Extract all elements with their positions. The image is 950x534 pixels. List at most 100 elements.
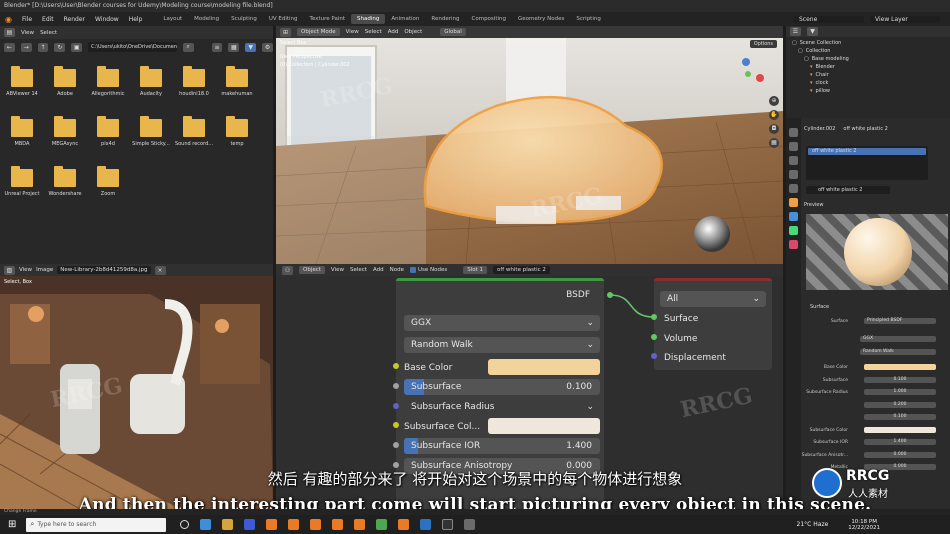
view-list-icon[interactable]: ≡ bbox=[211, 42, 223, 52]
folder-item[interactable]: MEGAsync bbox=[43, 116, 87, 147]
distribution-dropdown[interactable]: GGX ⌄ bbox=[404, 315, 600, 331]
folder-item[interactable]: temp bbox=[215, 116, 259, 147]
viewport-options-button[interactable]: Options bbox=[749, 40, 777, 48]
blender-app-icon-4[interactable] bbox=[332, 519, 344, 530]
search-icon[interactable]: ⌕ bbox=[182, 42, 194, 52]
edge-browser-icon[interactable] bbox=[200, 519, 212, 530]
filter-icon[interactable]: ▼ bbox=[245, 42, 257, 52]
node-editor-type-icon[interactable]: ⚇ bbox=[282, 265, 293, 275]
property-value[interactable]: 0.000 bbox=[864, 451, 936, 458]
outliner-row-pillow[interactable]: ▾ pillow bbox=[792, 87, 950, 95]
bsdf-output-socket[interactable] bbox=[607, 292, 613, 298]
blender-app-icon-2[interactable] bbox=[288, 519, 300, 530]
property-value[interactable] bbox=[864, 364, 936, 370]
workspace-tab-layout[interactable]: Layout bbox=[157, 14, 188, 24]
image-editor-type-icon[interactable]: ▧ bbox=[4, 265, 15, 275]
folder-item[interactable]: Simple Sticky... bbox=[129, 116, 173, 147]
ortho-grid-icon[interactable]: ▦ bbox=[769, 138, 779, 148]
world-tab-icon[interactable] bbox=[789, 184, 798, 193]
menu-edit[interactable]: Edit bbox=[37, 16, 59, 23]
vscode-icon[interactable] bbox=[420, 519, 432, 530]
property-value[interactable] bbox=[864, 426, 936, 433]
node-menu-node[interactable]: Node bbox=[390, 267, 404, 273]
transform-orientation-select[interactable]: Global bbox=[440, 28, 466, 36]
image-name-field[interactable]: New-Library-2b8d41259d8a.jpg bbox=[57, 266, 151, 274]
props-method[interactable]: Random Walk bbox=[860, 349, 936, 355]
windows-start-icon[interactable]: ⊞ bbox=[8, 519, 16, 530]
outliner-row-blender[interactable]: ▾ Blender bbox=[792, 63, 950, 71]
outliner-type-icon[interactable]: ☰ bbox=[790, 27, 801, 36]
scene-selector[interactable]: Scene bbox=[794, 15, 864, 23]
task-view-icon[interactable] bbox=[180, 520, 190, 529]
viewport-menu-object[interactable]: Object bbox=[404, 29, 422, 35]
image-close-icon[interactable]: × bbox=[154, 265, 166, 275]
data-tab-icon[interactable] bbox=[789, 226, 798, 235]
output-target-dropdown[interactable]: All ⌄ bbox=[660, 291, 766, 307]
folder-item[interactable]: Zoom bbox=[86, 166, 130, 197]
node-menu-add[interactable]: Add bbox=[373, 267, 384, 273]
object-tab-icon[interactable] bbox=[789, 198, 798, 207]
path-field[interactable]: C:\Users\ukito\OneDrive\Documen... bbox=[88, 42, 177, 52]
menu-help[interactable]: Help bbox=[124, 16, 148, 23]
volume-input-socket[interactable] bbox=[651, 334, 657, 340]
viewport-editor-type-icon[interactable]: ⊞ bbox=[280, 27, 291, 37]
props-distribution[interactable]: GGX bbox=[860, 336, 936, 342]
workspace-tab-animation[interactable]: Animation bbox=[385, 14, 425, 24]
folder-item[interactable]: ABViewer 14 bbox=[0, 66, 44, 97]
workspace-tab-texture-paint[interactable]: Texture Paint bbox=[304, 14, 352, 24]
camera-icon[interactable]: ◘ bbox=[769, 124, 779, 134]
image-editor-menu-image[interactable]: Image bbox=[36, 267, 53, 273]
workspace-tab-compositing[interactable]: Compositing bbox=[466, 14, 512, 24]
displacement-input-socket[interactable] bbox=[651, 353, 657, 359]
workspace-tab-geometry-nodes[interactable]: Geometry Nodes bbox=[512, 14, 570, 24]
new-folder-icon[interactable]: ▣ bbox=[71, 42, 83, 52]
viewport-mode-select[interactable]: Object Mode bbox=[297, 28, 340, 36]
app-icon[interactable] bbox=[464, 519, 476, 530]
surface-section-header[interactable]: Surface bbox=[810, 304, 829, 310]
settings-gear-icon[interactable]: ⚙ bbox=[262, 42, 273, 52]
editor-type-icon[interactable]: ▤ bbox=[4, 28, 15, 37]
scene-tab-icon[interactable] bbox=[789, 170, 798, 179]
3d-viewport[interactable]: ⊞ Object Mode View Select Add Object Glo… bbox=[276, 26, 783, 264]
workspace-tab-sculpting[interactable]: Sculpting bbox=[225, 14, 263, 24]
viewport-menu-view[interactable]: View bbox=[346, 29, 359, 35]
subsurface-radius-socket[interactable] bbox=[393, 403, 399, 409]
weather-text[interactable]: 21°C Haze bbox=[797, 521, 829, 528]
folder-item[interactable]: houdini18.0 bbox=[172, 66, 216, 97]
outliner-row-base-modeling[interactable]: ▢ Base modeling bbox=[792, 55, 950, 63]
output-tab-icon[interactable] bbox=[789, 156, 798, 165]
property-value[interactable]: 1.400 bbox=[864, 439, 936, 445]
workspace-tab-scripting[interactable]: Scripting bbox=[570, 14, 606, 24]
workspace-tab-uv-editing[interactable]: UV Editing bbox=[263, 14, 304, 24]
workspace-tab-modeling[interactable]: Modeling bbox=[188, 14, 225, 24]
modifier-tab-icon[interactable] bbox=[789, 212, 798, 221]
outliner-row-chair[interactable]: ▾ Chair bbox=[792, 71, 950, 79]
tool-tab-icon[interactable] bbox=[789, 128, 798, 137]
parent-dir-icon[interactable]: ↑ bbox=[37, 42, 49, 52]
property-value[interactable]: 0.100 bbox=[864, 376, 936, 383]
property-value[interactable]: 0.100 bbox=[864, 414, 936, 420]
viewport-menu-add[interactable]: Add bbox=[388, 29, 399, 35]
property-value[interactable]: 1.000 bbox=[864, 389, 936, 395]
taskbar-clock[interactable]: 10:18 PM 12/22/2021 bbox=[848, 519, 880, 531]
folder-item[interactable]: pix4d bbox=[86, 116, 130, 147]
subsurface-ior-socket[interactable] bbox=[393, 442, 399, 448]
menu-file[interactable]: File bbox=[17, 16, 37, 23]
menu-window[interactable]: Window bbox=[90, 16, 124, 23]
blender-app-icon-6[interactable] bbox=[398, 519, 410, 530]
viewport-menu-select[interactable]: Select bbox=[365, 29, 382, 35]
outliner-row-clock[interactable]: ▾ clock bbox=[792, 79, 950, 87]
folder-item[interactable]: Sound record... bbox=[172, 116, 216, 147]
folder-item[interactable]: Unreal Project bbox=[0, 166, 44, 197]
subsurface-color-socket[interactable] bbox=[393, 422, 399, 428]
material-slot-item[interactable]: off white plastic 2 bbox=[808, 148, 926, 155]
slot-select[interactable]: Slot 1 bbox=[463, 266, 488, 274]
surface-input-socket[interactable] bbox=[651, 314, 657, 320]
node-object-select[interactable]: Object bbox=[299, 266, 325, 274]
material-select[interactable]: off white plastic 2 bbox=[493, 266, 550, 274]
folder-item[interactable]: Adobe bbox=[43, 66, 87, 97]
use-nodes-checkbox[interactable]: Use Nodes bbox=[409, 267, 447, 273]
menu-render[interactable]: Render bbox=[59, 16, 90, 23]
back-arrow-icon[interactable]: ← bbox=[4, 42, 15, 52]
taskbar-search-input[interactable]: ⌕ Type here to search bbox=[26, 517, 167, 532]
